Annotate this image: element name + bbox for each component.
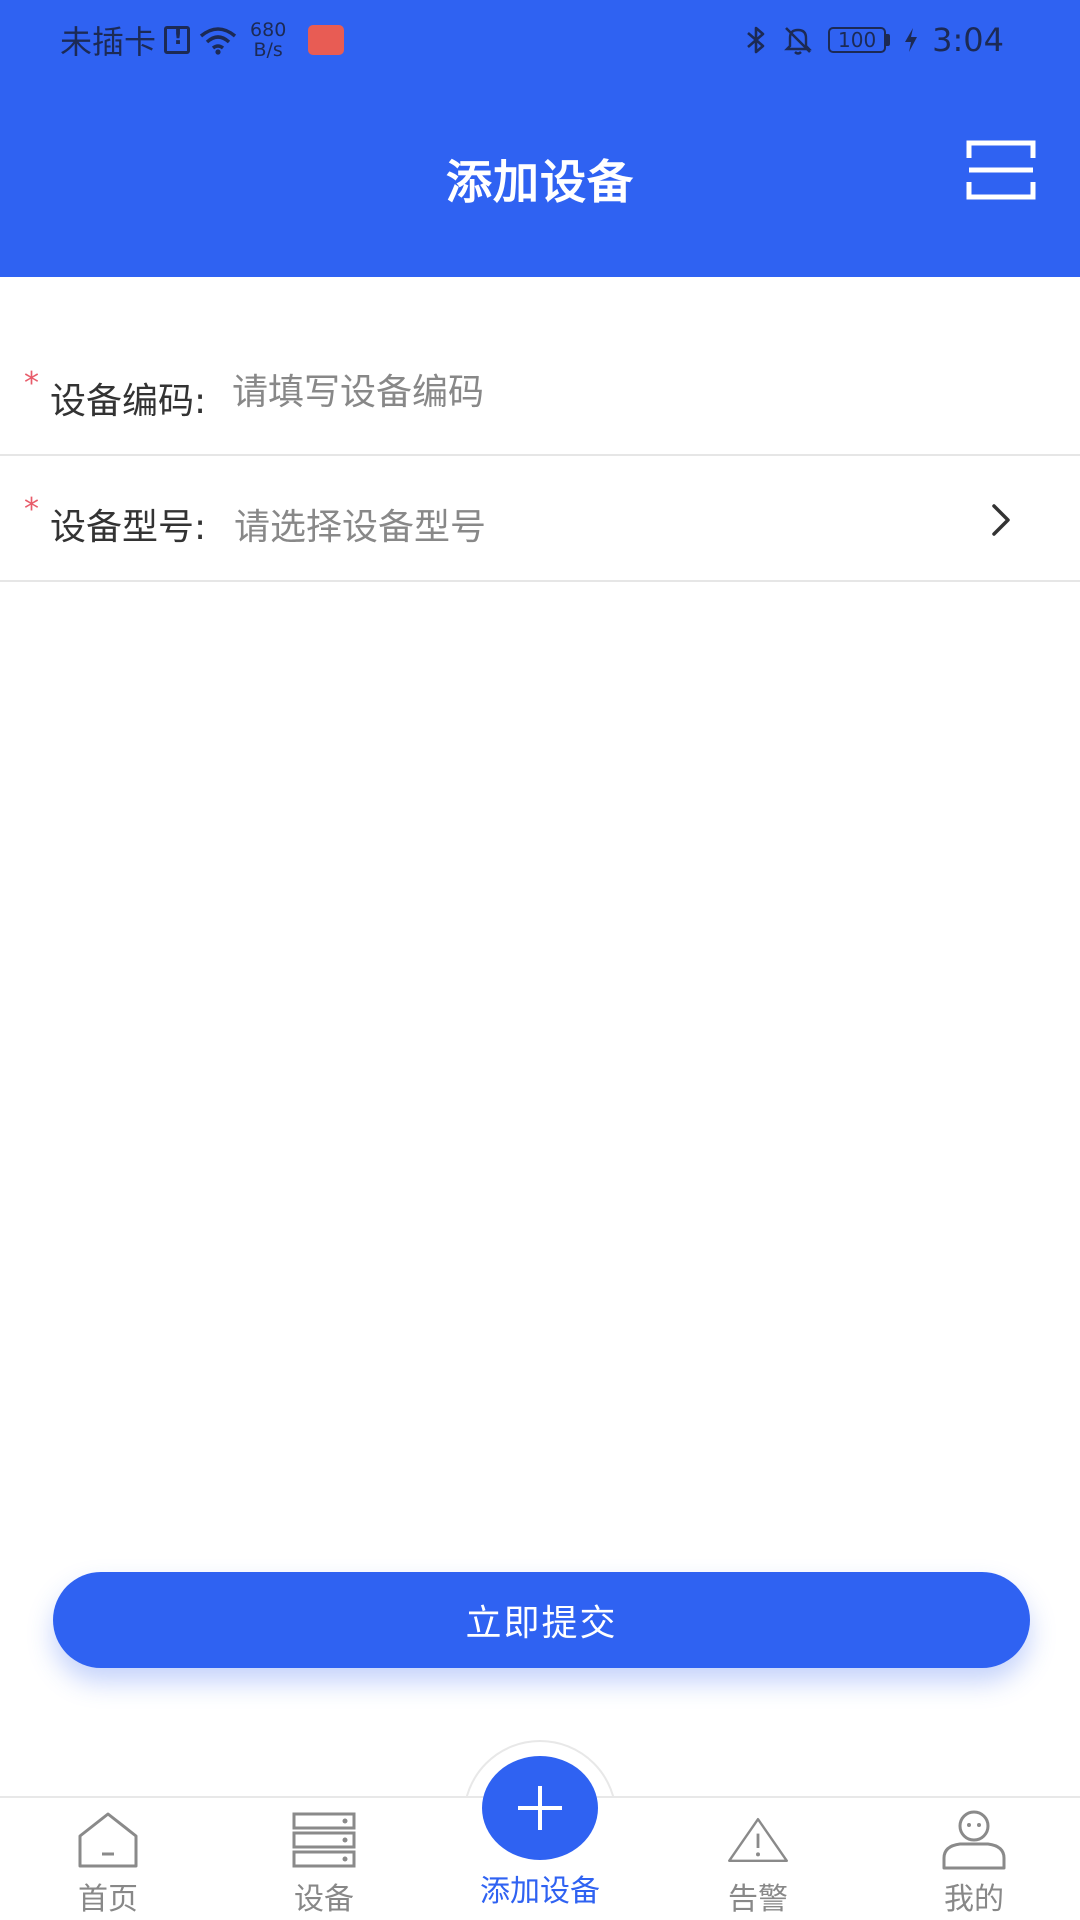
charging-icon	[905, 28, 918, 52]
header: 未插卡 680 B/s 100	[0, 0, 1080, 277]
required-mark: *	[24, 492, 39, 527]
device-model-label: 设备型号:	[50, 507, 207, 548]
tab-mine-label: 我的	[944, 1882, 1004, 1917]
wifi-icon	[199, 27, 237, 55]
status-right: 100 3:04	[744, 18, 1004, 62]
device-list-icon	[292, 1812, 356, 1868]
battery-level: 100	[828, 27, 887, 53]
title-bar: 添加设备	[0, 80, 1080, 277]
carrier-text: 未插卡	[60, 23, 157, 61]
tab-alarm[interactable]: 告警	[658, 1810, 858, 1920]
device-model-select[interactable]: 请选择设备型号	[234, 498, 486, 550]
scan-frame-icon[interactable]	[966, 140, 1036, 200]
clock: 3:04	[932, 21, 1004, 59]
tab-alarm-label: 告警	[728, 1882, 788, 1917]
bluetooth-icon	[747, 26, 765, 54]
net-speed: 680 B/s	[250, 20, 286, 60]
battery-indicator: 100	[828, 27, 891, 53]
user-icon	[942, 1810, 1006, 1870]
submit-button[interactable]: 立即提交	[53, 1572, 1030, 1668]
device-code-label: 设备编码:	[50, 381, 207, 422]
tab-device-label: 设备	[294, 1882, 354, 1917]
mute-bell-icon	[784, 27, 813, 55]
tab-home-label: 首页	[78, 1882, 138, 1917]
tab-device[interactable]: 设备	[224, 1810, 424, 1920]
required-mark: *	[24, 366, 39, 401]
add-device-fab[interactable]	[482, 1756, 598, 1860]
plus-icon	[518, 1786, 562, 1830]
page-title: 添加设备	[446, 155, 634, 209]
tab-add-device-label: 添加设备	[480, 1874, 600, 1909]
net-speed-unit: B/s	[253, 39, 283, 61]
warning-icon	[728, 1818, 788, 1862]
sim-alert-icon	[164, 25, 191, 54]
tab-add-device[interactable]: 添加设备	[440, 1862, 640, 1920]
chevron-right-icon[interactable]	[984, 500, 1020, 540]
battery-tip	[886, 34, 891, 46]
device-model-row[interactable]: * 设备型号: 请选择设备型号	[0, 456, 1080, 582]
status-bar: 未插卡 680 B/s 100	[0, 0, 1080, 80]
app-notification-icon	[308, 25, 345, 55]
home-icon	[78, 1812, 138, 1868]
net-speed-value: 680	[250, 19, 287, 41]
device-code-row: * 设备编码:	[0, 330, 1080, 456]
tab-home[interactable]: 首页	[8, 1810, 208, 1920]
device-code-input[interactable]	[232, 366, 932, 418]
status-left: 未插卡 680 B/s	[60, 18, 345, 62]
tab-mine[interactable]: 我的	[874, 1810, 1074, 1920]
